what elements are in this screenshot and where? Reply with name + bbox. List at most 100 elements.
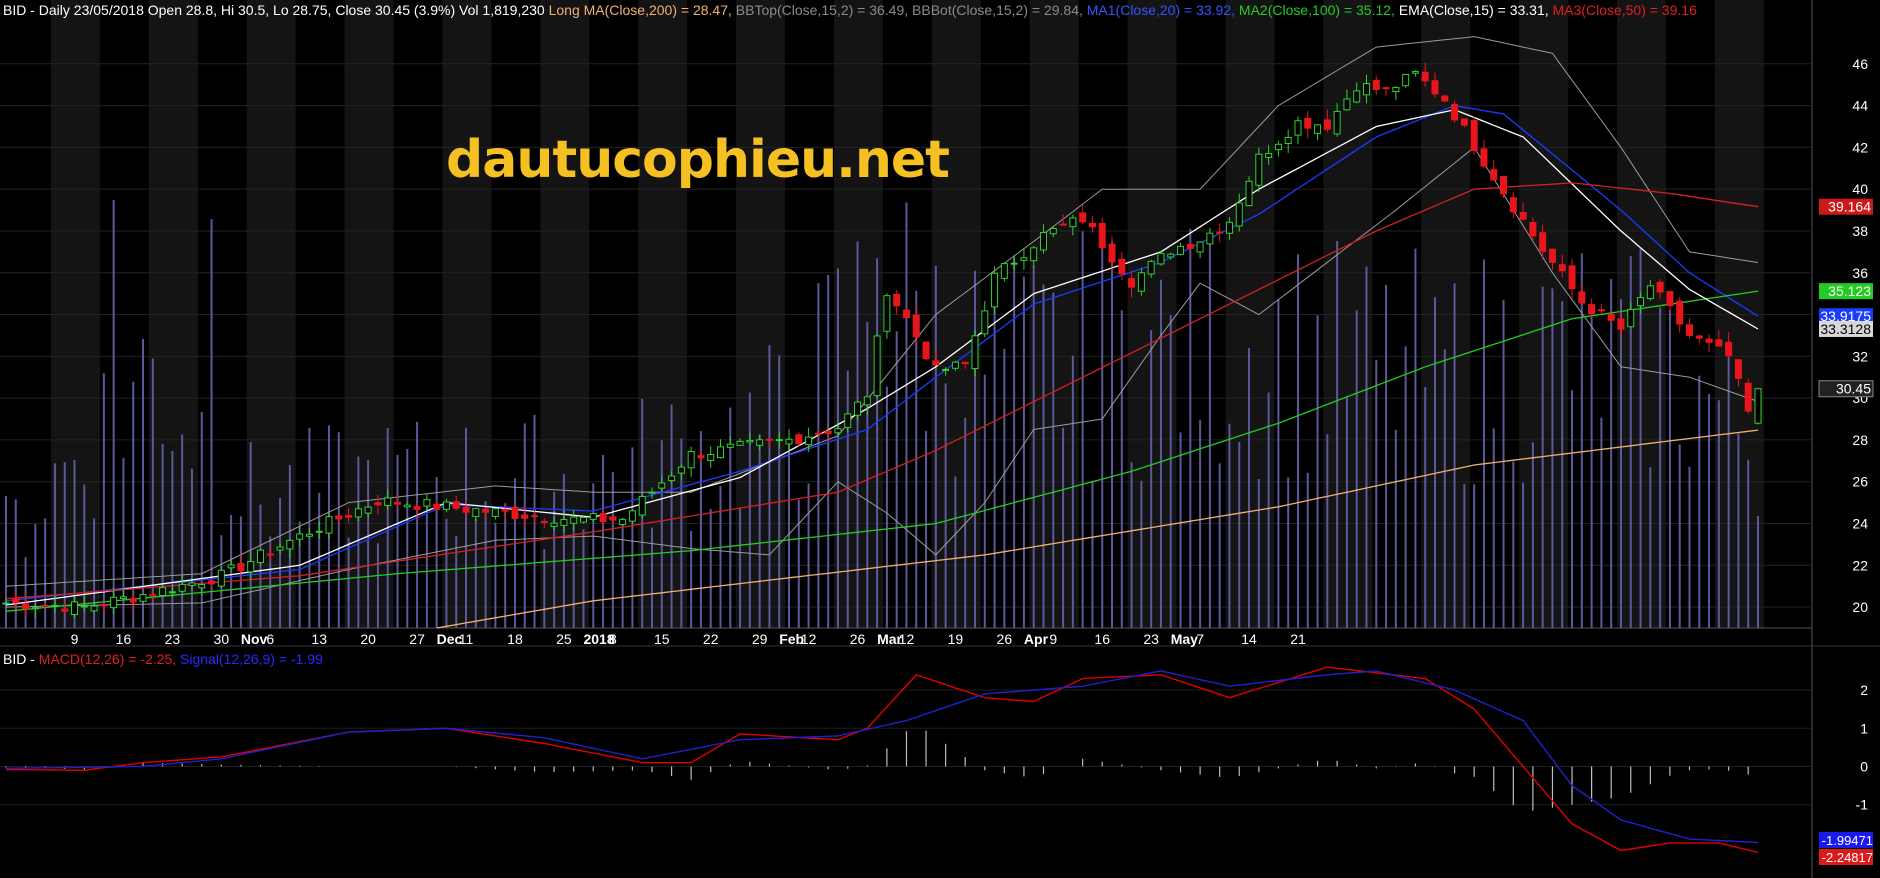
macd-y-tick: 0 <box>1860 758 1868 774</box>
candle-body <box>1627 308 1635 328</box>
x-tick-label: 22 <box>703 631 719 647</box>
candle-body <box>2 602 10 605</box>
candle-body <box>1167 253 1175 258</box>
candle-body <box>335 515 343 520</box>
x-tick-label: 18 <box>507 631 523 647</box>
candle-body <box>1108 243 1116 263</box>
x-tick-label: 7 <box>1196 631 1204 647</box>
candle-body <box>1744 382 1752 412</box>
candle-body <box>1020 257 1028 261</box>
value-badge: 30.45 <box>1818 380 1874 398</box>
candle-body <box>981 310 989 335</box>
candle-body <box>1539 232 1547 252</box>
candle-body <box>1558 264 1566 272</box>
candle <box>1754 387 1762 425</box>
macd-value-badge: -1.99471 <box>1819 832 1873 848</box>
candle-body <box>648 491 656 494</box>
candle-body <box>1372 79 1380 90</box>
candle-body <box>844 413 852 428</box>
x-tick-label: 23 <box>1143 631 1159 647</box>
candle-body <box>1470 120 1478 152</box>
candle-body <box>1460 118 1468 126</box>
value-badge: 39.164 <box>1819 198 1873 215</box>
candle-body <box>521 514 529 519</box>
x-tick-label: 13 <box>311 631 327 647</box>
x-tick-label: 6 <box>266 631 274 647</box>
candle-body <box>1177 245 1185 255</box>
x-tick-label: 27 <box>409 631 425 647</box>
candle <box>922 341 930 361</box>
candle-body <box>619 518 627 525</box>
x-tick-label: 15 <box>654 631 670 647</box>
candle-body <box>1754 388 1762 424</box>
candle <box>1744 378 1752 415</box>
candle-body <box>697 455 705 459</box>
candle-body <box>1304 117 1312 129</box>
candle-body <box>1216 231 1224 234</box>
candle-body <box>1362 83 1370 96</box>
value-badge: 35.123 <box>1819 283 1873 300</box>
candle-body <box>100 603 108 607</box>
candle-body <box>707 454 715 462</box>
price-y-tick: 26 <box>1852 474 1868 490</box>
candle-body <box>1500 175 1508 195</box>
x-tick-label: 14 <box>1241 631 1257 647</box>
x-tick-label: 29 <box>752 631 768 647</box>
candle-body <box>315 530 323 533</box>
candle-body <box>1666 291 1674 307</box>
candle-body <box>188 582 196 586</box>
candle-body <box>491 508 499 517</box>
candle-body <box>1441 95 1449 102</box>
candle-body <box>1274 143 1282 151</box>
price-panel-header: BID - Daily 23/05/2018 Open 28.8, Hi 30.… <box>3 2 1697 18</box>
macd-y-tick: 1 <box>1860 720 1868 736</box>
candle-body <box>736 440 744 446</box>
price-y-tick: 28 <box>1852 432 1868 448</box>
candle <box>1470 116 1478 155</box>
macd-value-badge-label: -2.24817 <box>1822 850 1873 865</box>
macd-header-signal: Signal(12,26,9) = -1.99 <box>180 651 323 667</box>
candle-body <box>922 341 930 360</box>
candle-body <box>61 608 69 612</box>
candle-body <box>1098 223 1106 249</box>
candle-body <box>119 596 127 599</box>
candle-body <box>403 504 411 508</box>
candle-body <box>1676 300 1684 325</box>
candle-body <box>902 309 910 319</box>
candle-body <box>765 438 773 441</box>
macd-y-tick: 2 <box>1860 682 1868 698</box>
candle-body <box>247 561 255 573</box>
header-ema: EMA(Close,15) = 33.31, <box>1398 2 1553 18</box>
candle-body <box>511 506 519 520</box>
candle-body <box>1245 180 1253 207</box>
candle-body <box>1137 272 1145 292</box>
candle-body <box>208 580 216 585</box>
candle-body <box>1382 87 1390 90</box>
candle-body <box>1411 71 1419 74</box>
candle-body <box>540 520 548 523</box>
week-band <box>246 0 296 628</box>
candle-body <box>237 563 245 572</box>
candle-body <box>1490 169 1498 181</box>
candle-body <box>1578 291 1586 304</box>
candle-body <box>1529 222 1537 237</box>
watermark-logo: dautucophieu.net <box>446 130 950 190</box>
candle <box>511 505 519 520</box>
candle-body <box>971 335 979 370</box>
candle-body <box>579 516 587 523</box>
candle-body <box>1343 98 1351 111</box>
candle-body <box>1637 297 1645 307</box>
candle-body <box>22 603 30 610</box>
price-y-tick: 46 <box>1852 56 1868 72</box>
candle-body <box>442 501 450 510</box>
candle-body <box>756 439 764 446</box>
candle-body <box>296 533 304 540</box>
x-tick-label: May <box>1171 631 1198 647</box>
candle-body <box>482 508 490 513</box>
candle-body <box>1725 341 1733 357</box>
candle-body <box>1069 217 1077 228</box>
x-tick-label: 26 <box>850 631 866 647</box>
candle-body <box>1000 263 1008 279</box>
x-tick-label: 16 <box>116 631 132 647</box>
candle-body <box>1421 71 1429 82</box>
